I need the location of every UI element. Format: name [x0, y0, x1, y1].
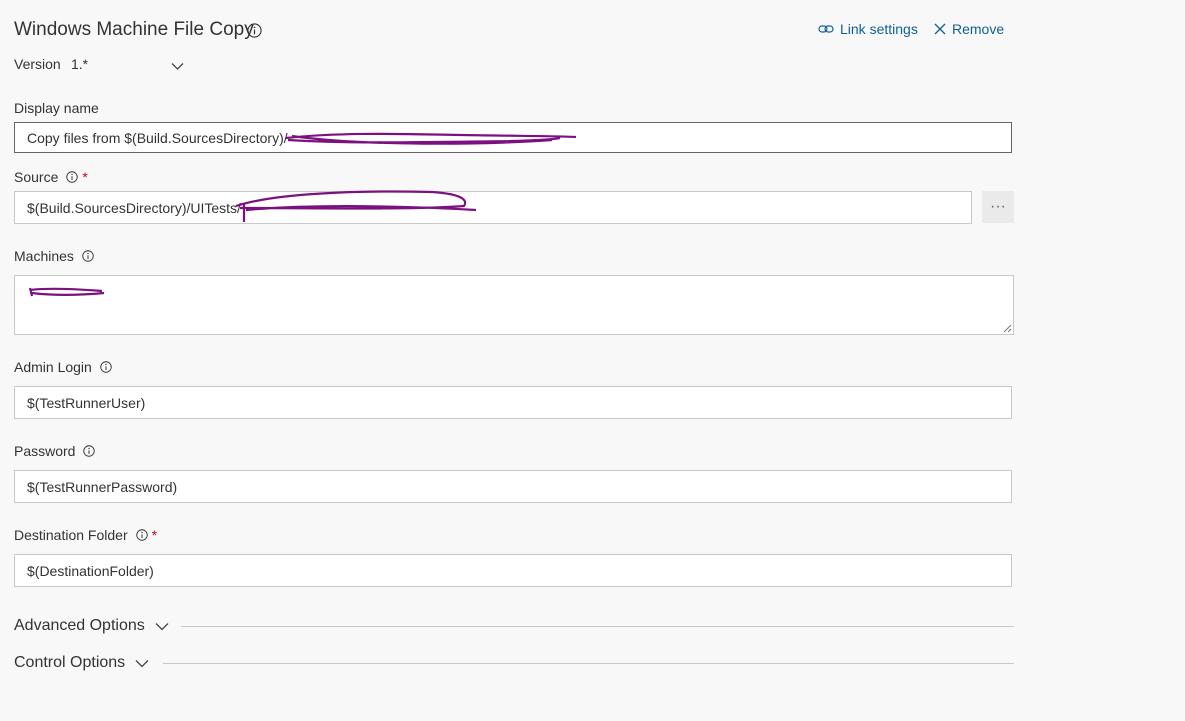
divider [181, 626, 1014, 627]
task-title: Windows Machine File Copy [14, 19, 254, 40]
advanced-options-toggle[interactable]: Advanced Options [14, 617, 169, 635]
chevron-down-icon [135, 659, 149, 667]
source-browse-button[interactable]: ··· [982, 191, 1014, 223]
password-info-icon[interactable] [83, 445, 96, 457]
display-name-value: Copy files from $(Build.SourcesDirectory… [27, 129, 288, 146]
admin-login-info-icon[interactable] [100, 361, 112, 373]
close-icon [934, 23, 946, 35]
link-settings-button[interactable]: Link settings [818, 21, 918, 37]
divider [163, 663, 1014, 664]
password-value: $(TestRunnerPassword) [27, 478, 178, 495]
password-label: Password [14, 443, 96, 459]
destination-folder-info-icon[interactable] [135, 529, 148, 541]
destination-folder-input[interactable]: $(DestinationFolder) [14, 554, 1012, 587]
resize-grip-icon[interactable] [1003, 324, 1012, 333]
control-options-toggle[interactable]: Control Options [14, 654, 149, 672]
version-chevron-down-icon[interactable] [171, 58, 184, 76]
destination-folder-required-mark: * [151, 527, 158, 543]
remove-label: Remove [952, 21, 1005, 37]
control-options-label: Control Options [14, 654, 126, 671]
admin-login-label: Admin Login [14, 359, 112, 375]
source-input[interactable]: $(Build.SourcesDirectory)/UITests/ [14, 191, 972, 224]
admin-login-value: $(TestRunnerUser) [27, 394, 146, 411]
source-info-icon[interactable] [66, 171, 79, 183]
machines-info-icon[interactable] [82, 250, 94, 262]
machines-label: Machines [14, 248, 94, 264]
source-value: $(Build.SourcesDirectory)/UITests/ [27, 199, 241, 216]
advanced-options-label: Advanced Options [14, 617, 145, 634]
display-name-input[interactable]: Copy files from $(Build.SourcesDirectory… [14, 122, 1012, 153]
version-label: Version [14, 56, 61, 72]
destination-folder-value: $(DestinationFolder) [27, 562, 154, 579]
remove-button[interactable]: Remove [934, 21, 1004, 37]
link-settings-label: Link settings [840, 21, 918, 37]
chevron-down-icon [155, 622, 169, 630]
source-label: Source * [14, 169, 88, 185]
link-icon [818, 25, 834, 33]
version-select[interactable]: 1.* [71, 56, 88, 72]
password-input[interactable]: $(TestRunnerPassword) [14, 470, 1012, 503]
machines-textarea[interactable] [14, 275, 1014, 335]
more-horizontal-icon: ··· [990, 198, 1006, 215]
title-info-icon[interactable] [247, 23, 262, 43]
source-required-mark: * [82, 169, 88, 185]
admin-login-input[interactable]: $(TestRunnerUser) [14, 386, 1012, 419]
destination-folder-label: Destination Folder * [14, 527, 158, 543]
display-name-label: Display name [14, 100, 99, 116]
